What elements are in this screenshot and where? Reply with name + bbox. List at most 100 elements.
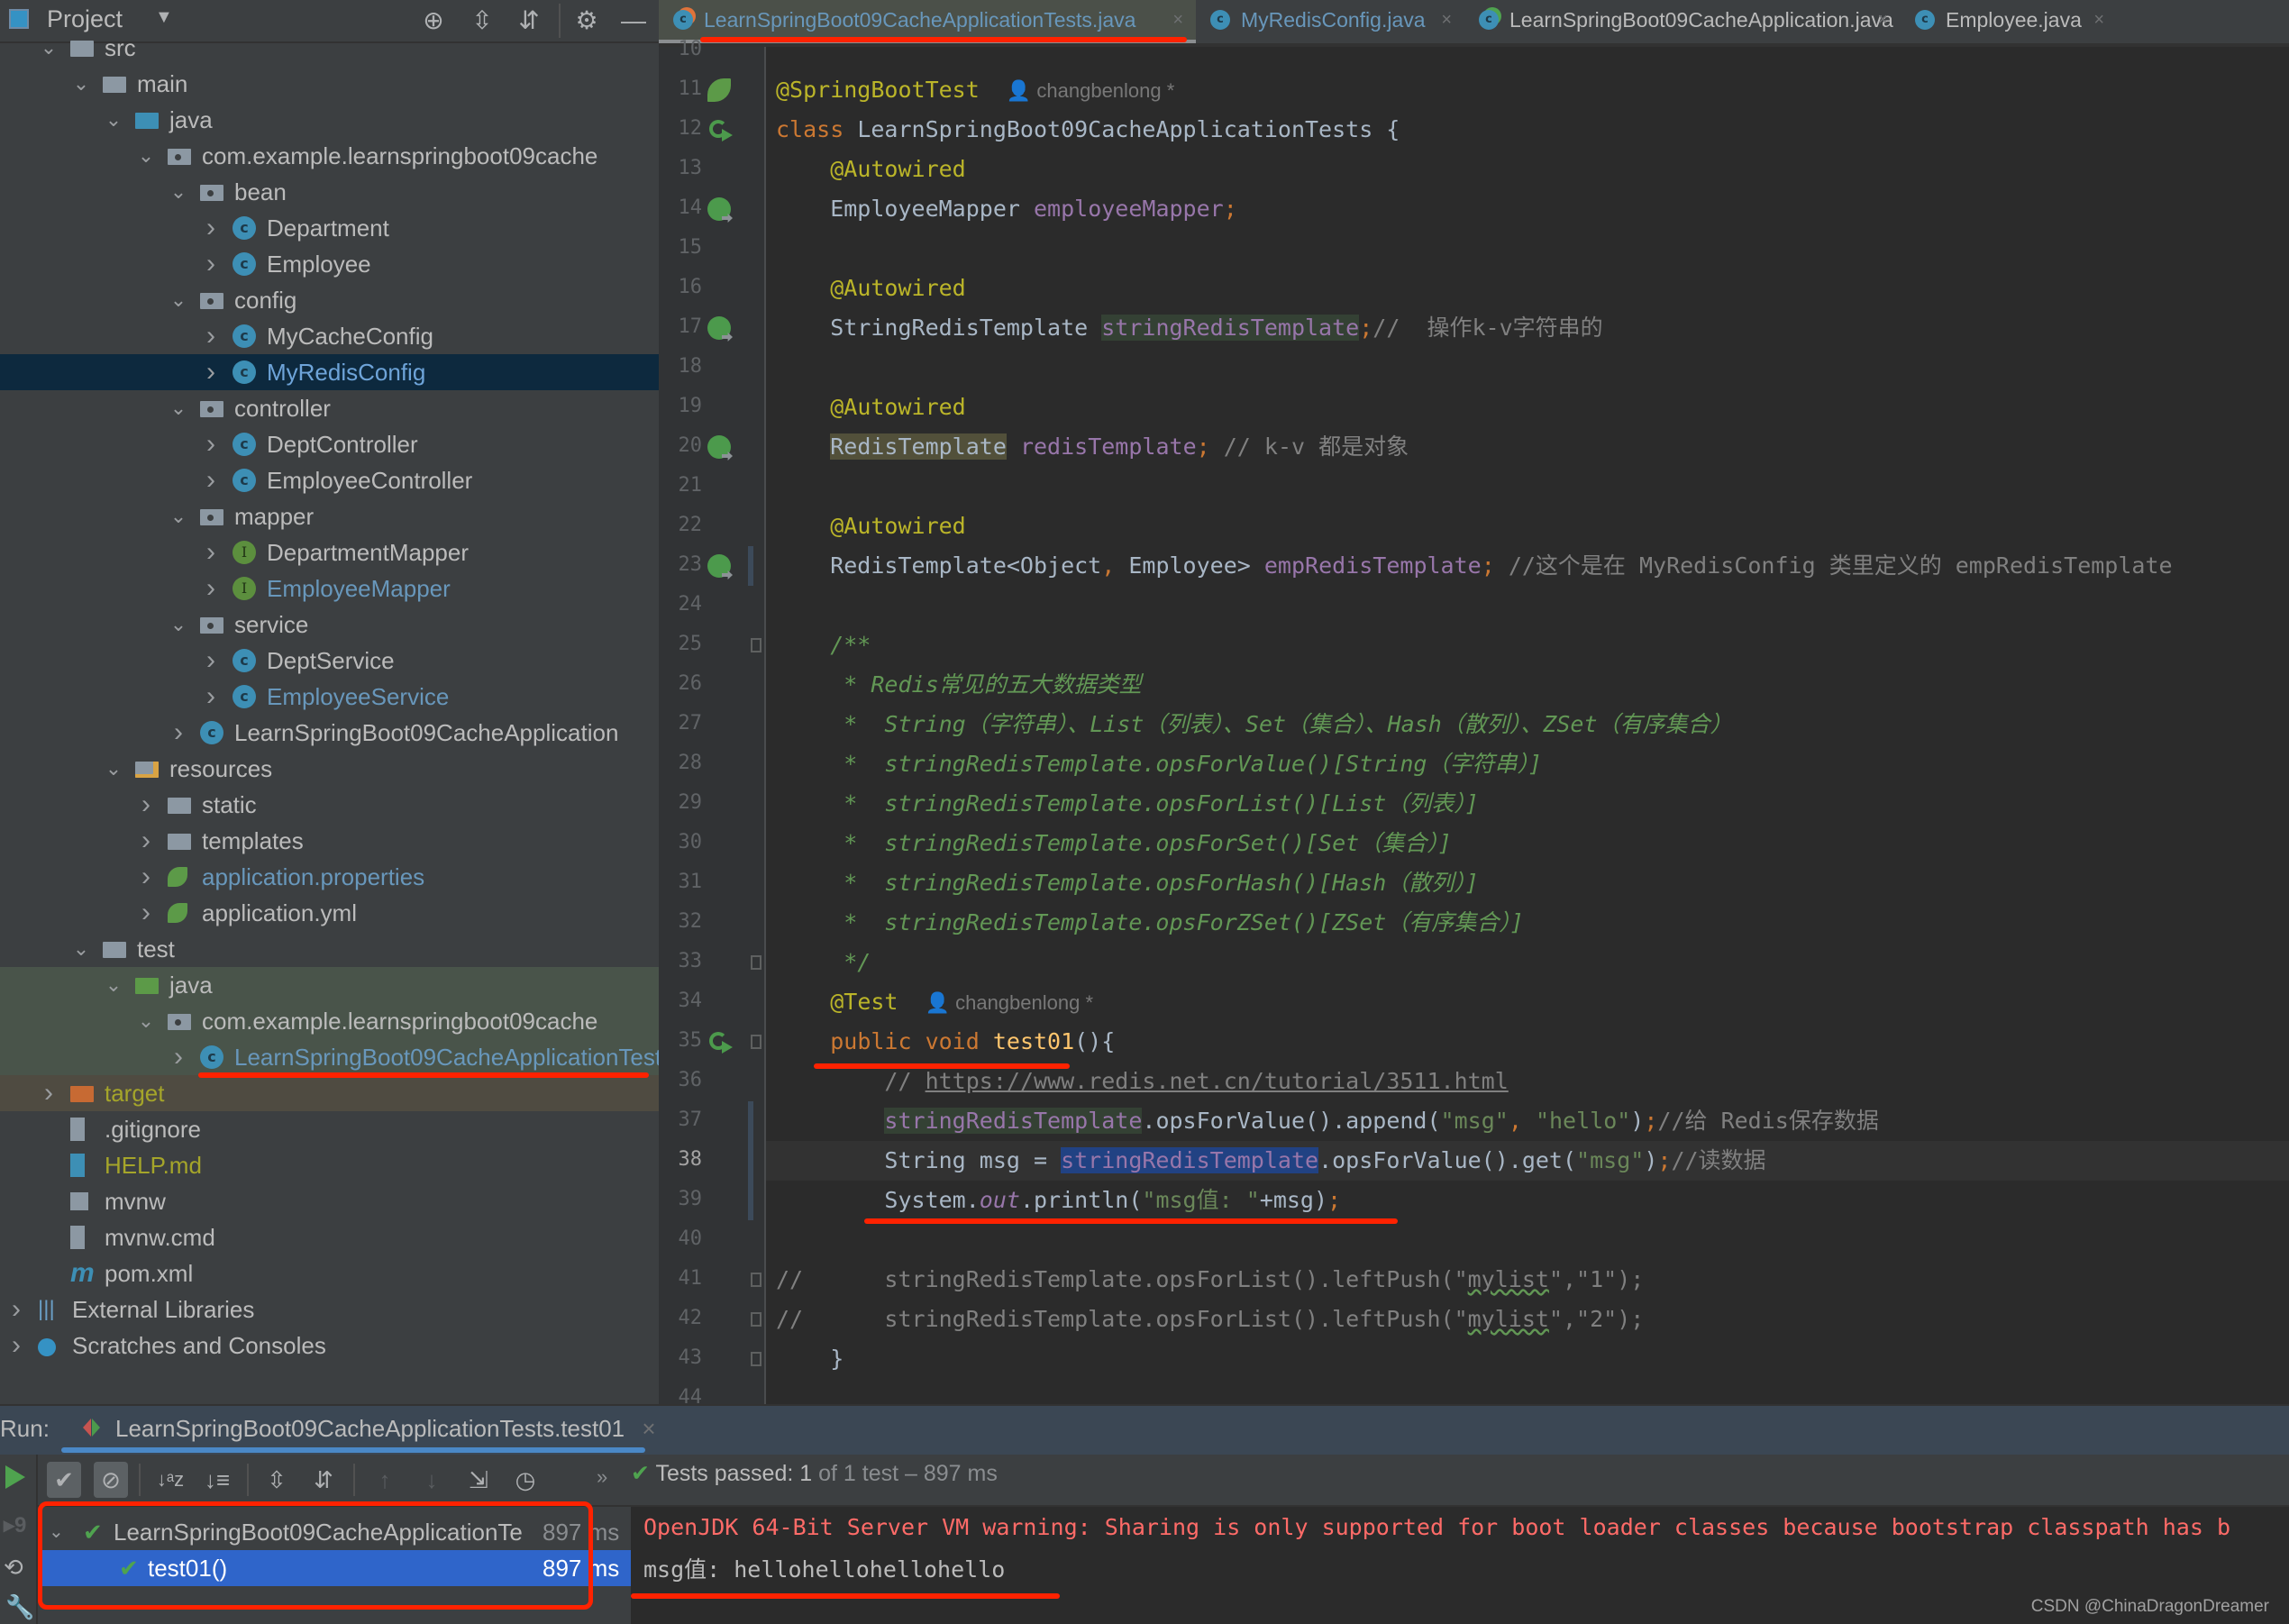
expand-all-icon[interactable]: ⇳: [260, 1462, 294, 1498]
tree-item[interactable]: ⌄ config: [0, 282, 659, 318]
tree-item[interactable]: › c MyCacheConfig: [0, 318, 659, 354]
code-area[interactable]: 10 11 @SpringBootTest 👤 changbenlong * 12 cl…: [659, 0, 2289, 1404]
tree-item[interactable]: ⌄ com.example.learnspringboot09cache: [0, 138, 659, 174]
tree-item[interactable]: › Scratches and Consoles: [0, 1327, 659, 1364]
tree-item[interactable]: ⌄ java: [0, 967, 659, 1003]
chevron-down-icon[interactable]: ⌄: [137, 138, 155, 174]
import-tests-icon[interactable]: ⇲: [461, 1462, 496, 1498]
fold-marker-icon[interactable]: [751, 1035, 761, 1049]
chevron-down-icon[interactable]: ⌄: [137, 1003, 155, 1039]
tree-item[interactable]: › I EmployeeMapper: [0, 570, 659, 607]
tree-item[interactable]: › c DeptController: [0, 426, 659, 462]
tree-item[interactable]: ⌄ resources: [0, 751, 659, 787]
change-marker[interactable]: [748, 1181, 753, 1220]
tree-item[interactable]: .gitignore: [0, 1111, 659, 1147]
chevron-down-icon[interactable]: ⌄: [105, 102, 123, 138]
close-icon[interactable]: ×: [642, 1415, 655, 1442]
chevron-right-icon[interactable]: ›: [137, 859, 155, 895]
rerun-failed-icon[interactable]: ▸9: [4, 1512, 26, 1538]
tree-item[interactable]: m pom.xml: [0, 1255, 659, 1291]
tree-item[interactable]: › c DeptService: [0, 643, 659, 679]
tree-item[interactable]: ⌄ java: [0, 102, 659, 138]
chevron-down-icon[interactable]: ▼: [155, 7, 173, 28]
tree-item[interactable]: › ||| External Libraries: [0, 1291, 659, 1327]
chevron-right-icon[interactable]: ›: [202, 354, 220, 390]
chevron-right-icon[interactable]: ›: [137, 823, 155, 859]
navigate-bean-icon[interactable]: [707, 554, 731, 578]
tree-item[interactable]: › c Employee: [0, 246, 659, 282]
chevron-right-icon[interactable]: ›: [137, 895, 155, 931]
tree-item[interactable]: mvnw: [0, 1183, 659, 1219]
chevron-down-icon[interactable]: ⌄: [72, 66, 90, 102]
chevron-right-icon[interactable]: ›: [169, 715, 187, 751]
tree-item[interactable]: ⌄ controller: [0, 390, 659, 426]
tree-item[interactable]: ⌄ mapper: [0, 498, 659, 534]
fold-marker-icon[interactable]: [751, 1273, 761, 1287]
chevron-right-icon[interactable]: ›: [202, 426, 220, 462]
navigate-bean-icon[interactable]: [707, 197, 731, 221]
more-icon[interactable]: »: [597, 1465, 607, 1489]
navigate-bean-icon[interactable]: [707, 435, 731, 459]
sort-alpha-icon[interactable]: ↓ᵃz: [153, 1462, 187, 1498]
toggle-auto-test-icon[interactable]: ⟲: [4, 1554, 23, 1582]
tree-item[interactable]: › I DepartmentMapper: [0, 534, 659, 570]
chevron-down-icon[interactable]: ⌄: [169, 174, 187, 210]
tree-item[interactable]: › c EmployeeService: [0, 679, 659, 715]
chevron-down-icon[interactable]: ⌄: [169, 282, 187, 318]
chevron-right-icon[interactable]: ›: [169, 1039, 187, 1075]
navigate-bean-icon[interactable]: [707, 316, 731, 340]
history-icon[interactable]: ◷: [508, 1462, 543, 1498]
chevron-right-icon[interactable]: ›: [202, 643, 220, 679]
tree-item[interactable]: › c EmployeeController: [0, 462, 659, 498]
change-marker[interactable]: [748, 1141, 753, 1181]
tree-item[interactable]: › c Department: [0, 210, 659, 246]
prev-failed-icon[interactable]: ↑: [368, 1462, 402, 1498]
show-passed-icon[interactable]: ✔: [47, 1462, 81, 1498]
fold-marker-icon[interactable]: [751, 955, 761, 970]
run-tab[interactable]: LearnSpringBoot09CacheApplicationTests.t…: [115, 1415, 656, 1443]
tree-item[interactable]: › c LearnSpringBoot09CacheApplication: [0, 715, 659, 751]
chevron-down-icon[interactable]: ⌄: [169, 498, 187, 534]
chevron-down-icon[interactable]: ⌄: [105, 751, 123, 787]
chevron-right-icon[interactable]: ›: [202, 462, 220, 498]
chevron-right-icon[interactable]: ›: [202, 210, 220, 246]
chevron-right-icon[interactable]: ›: [202, 246, 220, 282]
chevron-down-icon[interactable]: ⌄: [105, 967, 123, 1003]
tree-item[interactable]: ⌄ bean: [0, 174, 659, 210]
tree-item[interactable]: › target: [0, 1075, 659, 1111]
chevron-right-icon[interactable]: ›: [202, 318, 220, 354]
chevron-right-icon[interactable]: ›: [7, 1327, 25, 1364]
fold-marker-icon[interactable]: [751, 638, 761, 652]
spring-bean-icon[interactable]: [707, 78, 731, 102]
run-test-icon[interactable]: [707, 1030, 731, 1054]
tree-item[interactable]: ⌄ com.example.learnspringboot09cache: [0, 1003, 659, 1039]
collapse-all-icon[interactable]: ⇵: [306, 1462, 341, 1498]
tree-item[interactable]: › c LearnSpringBoot09CacheApplicationTests: [0, 1039, 659, 1075]
chevron-down-icon[interactable]: ⌄: [72, 931, 90, 967]
chevron-down-icon[interactable]: ⌄: [169, 390, 187, 426]
tree-item[interactable]: ⌄ src: [0, 30, 659, 66]
fold-marker-icon[interactable]: [751, 1312, 761, 1327]
tree-item[interactable]: › application.yml: [0, 895, 659, 931]
next-failed-icon[interactable]: ↓: [415, 1462, 449, 1498]
tree-item[interactable]: ⌄ main: [0, 66, 659, 102]
chevron-right-icon[interactable]: ›: [7, 1291, 25, 1327]
tree-item[interactable]: HELP.md: [0, 1147, 659, 1183]
tree-item[interactable]: › application.properties: [0, 859, 659, 895]
chevron-right-icon[interactable]: ›: [202, 534, 220, 570]
change-marker[interactable]: [748, 1101, 753, 1141]
tree-item[interactable]: mvnw.cmd: [0, 1219, 659, 1255]
chevron-right-icon[interactable]: ›: [202, 570, 220, 607]
tree-item[interactable]: › templates: [0, 823, 659, 859]
fold-marker-icon[interactable]: [751, 1352, 761, 1366]
tree-item[interactable]: › static: [0, 787, 659, 823]
chevron-right-icon[interactable]: ›: [40, 1075, 58, 1111]
run-test-icon[interactable]: [707, 118, 731, 141]
tree-item[interactable]: › c MyRedisConfig: [0, 354, 659, 390]
chevron-down-icon[interactable]: ⌄: [169, 607, 187, 643]
wrench-icon[interactable]: 🔧: [5, 1593, 34, 1621]
chevron-down-icon[interactable]: ⌄: [40, 30, 58, 66]
chevron-right-icon[interactable]: ›: [137, 787, 155, 823]
tree-item[interactable]: ⌄ service: [0, 607, 659, 643]
sort-duration-icon[interactable]: ↓≡: [200, 1462, 234, 1498]
